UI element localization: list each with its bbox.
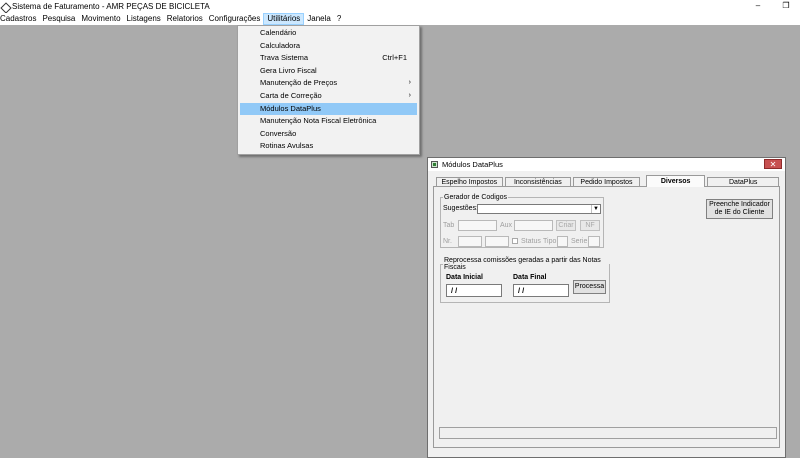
diversos-panel: Gerador de Codigos Sugestões: ▼ Tab Aux … (433, 186, 780, 448)
utilitarios-dropdown: Calendário Calculadora Trava Sistema Ctrl… (237, 25, 420, 155)
tipo-field[interactable] (557, 236, 568, 247)
menu-pesquisa[interactable]: Pesquisa (39, 13, 78, 25)
data-inicial-label: Data Inicial (446, 274, 483, 281)
menu-help[interactable]: ? (334, 13, 344, 25)
menu-cadastros[interactable]: Cadastros (0, 13, 39, 25)
app-icon (1, 3, 9, 11)
nr-label: Nr. (443, 238, 452, 245)
gerador-codigos-legend: Gerador de Codigos (444, 194, 508, 201)
shortcut-label: Ctrl+F1 (382, 53, 407, 63)
data-final-field[interactable]: / / (513, 284, 569, 297)
restore-button[interactable]: ❐ (772, 0, 800, 13)
reprocessa-comissoes-group: Reprocessa comissões geradas a partir da… (440, 257, 610, 303)
window-controls: – ❐ (744, 0, 800, 13)
menu-item-rotinas-avulsas[interactable]: Rotinas Avulsas (240, 140, 417, 153)
aux-label: Aux (500, 222, 513, 229)
status-label: Status (521, 238, 541, 245)
menu-item-calculadora[interactable]: Calculadora (240, 40, 417, 53)
tab-label: Tab (443, 222, 455, 229)
menubar: Cadastros Pesquisa Movimento Listagens R… (0, 13, 800, 25)
tab-diversos[interactable]: Diversos (645, 175, 706, 187)
menu-item-trava-sistema[interactable]: Trava Sistema Ctrl+F1 (240, 52, 417, 65)
tab-field[interactable] (458, 220, 497, 231)
nf-button[interactable]: NF (580, 220, 600, 231)
app-title: Sistema de Faturamento - AMR PEÇAS DE BI… (12, 2, 210, 11)
menu-utilitarios[interactable]: Utilitários (263, 13, 305, 25)
menu-item-modulos-dataplus[interactable]: Módulos DataPlus (240, 102, 417, 116)
tipo-label: Tipo (543, 238, 557, 245)
child-titlebar: Módulos DataPlus ✕ (428, 158, 785, 171)
processa-button[interactable]: Processa (573, 280, 606, 294)
menu-movimento[interactable]: Movimento (78, 13, 123, 25)
sugestoes-combo[interactable]: ▼ (477, 204, 601, 214)
submenu-arrow-icon: › (408, 91, 411, 99)
data-final-label: Data Final (513, 274, 547, 281)
serie-label: Serie (571, 238, 588, 245)
menu-relatorios[interactable]: Relatorios (164, 13, 206, 25)
status-checkbox[interactable] (512, 238, 518, 244)
minimize-button[interactable]: – (744, 0, 772, 13)
reprocessa-legend: Reprocessa comissões geradas a partir da… (444, 257, 601, 271)
menu-item-calendario[interactable]: Calendário (240, 27, 417, 40)
status-bar (439, 427, 777, 439)
menu-listagens[interactable]: Listagens (124, 13, 164, 25)
modulos-dataplus-window: Módulos DataPlus ✕ Espelho Impostos Inco… (427, 157, 786, 458)
criar-button[interactable]: Criar (556, 220, 576, 231)
sugestoes-label: Sugestões: (443, 205, 479, 212)
menu-item-gera-livro-fiscal[interactable]: Gera Livro Fiscal (240, 65, 417, 78)
nr2-field[interactable] (485, 236, 509, 247)
app-titlebar: Sistema de Faturamento - AMR PEÇAS DE BI… (0, 0, 800, 13)
menu-item-conversao[interactable]: Conversão (240, 128, 417, 141)
submenu-arrow-icon: › (408, 79, 411, 87)
preenche-indicador-button[interactable]: Preenche Indicador de IE do Cliente (706, 199, 773, 219)
menu-configuracoes[interactable]: Configurações (206, 13, 264, 25)
menu-item-manutencao-nfe[interactable]: Manutenção Nota Fiscal Eletrônica (240, 115, 417, 128)
window-icon (431, 161, 438, 168)
aux-field[interactable] (514, 220, 553, 231)
gerador-codigos-group: Gerador de Codigos Sugestões: ▼ Tab Aux … (440, 194, 604, 248)
child-title: Módulos DataPlus (442, 160, 503, 169)
nr-field[interactable] (458, 236, 482, 247)
chevron-down-icon[interactable]: ▼ (591, 205, 600, 213)
serie-field[interactable] (588, 236, 600, 247)
menu-item-carta-correcao[interactable]: Carta de Correção › (240, 90, 417, 103)
close-button[interactable]: ✕ (764, 159, 782, 169)
menu-janela[interactable]: Janela (304, 13, 334, 25)
data-inicial-field[interactable]: / / (446, 284, 502, 297)
menu-item-manutencao-precos[interactable]: Manutenção de Preços › (240, 77, 417, 90)
